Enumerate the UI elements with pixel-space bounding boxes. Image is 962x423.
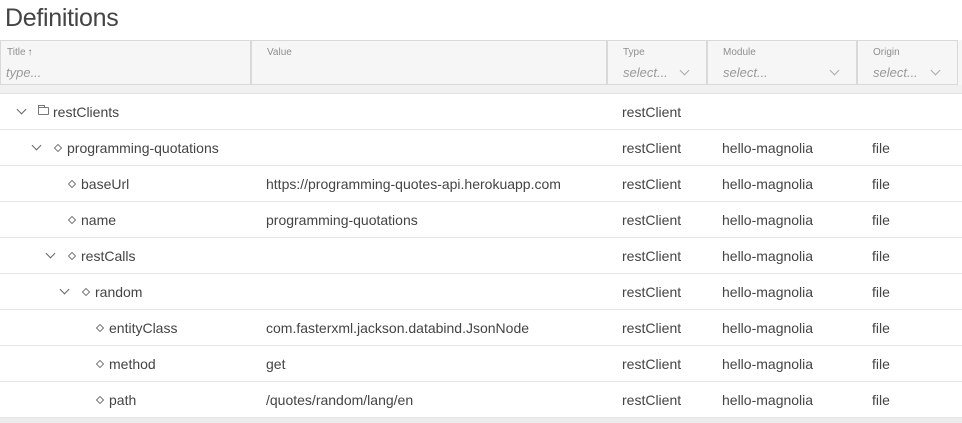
row-value: /quotes/random/lang/en: [266, 392, 414, 408]
folder-icon: [38, 105, 49, 115]
row-title: random: [95, 284, 143, 300]
row-module: hello-magnolia: [722, 284, 814, 300]
row-type: restClient: [622, 176, 682, 192]
type-select-value: select...: [623, 65, 668, 80]
row-module: hello-magnolia: [722, 320, 814, 336]
node-icon: [67, 179, 77, 189]
header-separator: [0, 85, 962, 94]
column-label-type: Type: [623, 47, 645, 58]
row-module: hello-magnolia: [722, 392, 814, 408]
row-module: hello-magnolia: [722, 356, 814, 372]
node-icon: [53, 143, 63, 153]
table-row[interactable]: random restClient hello-magnolia file: [0, 274, 962, 310]
column-header-value: Value: [251, 40, 607, 85]
row-type: restClient: [622, 248, 682, 264]
row-type: restClient: [622, 104, 682, 120]
row-type: restClient: [622, 212, 682, 228]
column-header-origin: Origin select...: [857, 40, 958, 85]
row-module: hello-magnolia: [722, 212, 814, 228]
column-header-module: Module select...: [707, 40, 857, 85]
chevron-down-icon[interactable]: [31, 140, 42, 151]
node-icon: [95, 395, 105, 405]
table-row[interactable]: path /quotes/random/lang/en restClient h…: [0, 382, 962, 418]
row-title: restCalls: [81, 248, 136, 264]
horizontal-scrollbar[interactable]: [0, 418, 962, 423]
row-type: restClient: [622, 320, 682, 336]
row-module: hello-magnolia: [722, 248, 814, 264]
table-row[interactable]: method get restClient hello-magnolia fil…: [0, 346, 962, 382]
table-row[interactable]: entityClass com.fasterxml.jackson.databi…: [0, 310, 962, 346]
row-title: method: [109, 356, 156, 372]
column-label-title: Title: [7, 47, 26, 58]
row-title: name: [81, 212, 117, 228]
row-type: restClient: [622, 140, 682, 156]
node-icon: [67, 251, 77, 261]
row-value: get: [266, 356, 286, 372]
row-origin: file: [872, 356, 890, 372]
module-filter-select[interactable]: select...: [723, 65, 840, 83]
row-type: restClient: [622, 392, 682, 408]
column-header-type: Type select...: [607, 40, 707, 85]
node-icon: [95, 359, 105, 369]
chevron-down-icon[interactable]: [16, 104, 27, 115]
sort-ascending-icon[interactable]: ↑: [28, 47, 33, 58]
row-origin: file: [872, 284, 890, 300]
origin-filter-select[interactable]: select...: [873, 65, 941, 83]
row-origin: file: [872, 176, 890, 192]
table-row[interactable]: programming-quotations restClient hello-…: [0, 130, 962, 166]
origin-select-value: select...: [873, 65, 918, 80]
row-title: baseUrl: [81, 176, 130, 192]
table-row[interactable]: name programming-quotations restClient h…: [0, 202, 962, 238]
row-type: restClient: [622, 284, 682, 300]
row-origin: file: [872, 140, 890, 156]
table-row[interactable]: restClients restClient: [0, 94, 962, 130]
row-value: https://programming-quotes-api.herokuapp…: [266, 176, 561, 192]
chevron-down-icon[interactable]: [45, 248, 56, 259]
row-title: path: [109, 392, 137, 408]
row-title: entityClass: [109, 320, 178, 336]
row-origin: file: [872, 392, 890, 408]
column-label-value: Value: [267, 47, 292, 58]
chevron-down-icon: [930, 65, 941, 76]
node-icon: [81, 287, 91, 297]
row-origin: file: [872, 248, 890, 264]
row-module: hello-magnolia: [722, 140, 814, 156]
column-header-title[interactable]: Title ↑: [0, 40, 251, 85]
row-value: programming-quotations: [266, 212, 418, 228]
row-title: restClients: [53, 104, 120, 120]
chevron-down-icon[interactable]: [59, 284, 70, 295]
page-title: Definitions: [5, 4, 119, 32]
definitions-tree-table: restClients restClient programming-quota…: [0, 94, 962, 418]
chevron-down-icon: [829, 65, 840, 76]
table-row[interactable]: restCalls restClient hello-magnolia file: [0, 238, 962, 274]
column-label-origin: Origin: [873, 47, 900, 58]
module-select-value: select...: [723, 65, 768, 80]
row-origin: file: [872, 320, 890, 336]
node-icon: [67, 215, 77, 225]
row-module: hello-magnolia: [722, 176, 814, 192]
row-title: programming-quotations: [67, 140, 219, 156]
column-label-module: Module: [723, 47, 756, 58]
row-origin: file: [872, 212, 890, 228]
row-value: com.fasterxml.jackson.databind.JsonNode: [266, 320, 530, 336]
title-filter-input[interactable]: [6, 65, 226, 80]
type-filter-select[interactable]: select...: [623, 65, 690, 83]
table-row[interactable]: baseUrl https://programming-quotes-api.h…: [0, 166, 962, 202]
chevron-down-icon: [679, 65, 690, 76]
row-type: restClient: [622, 356, 682, 372]
table-header: Title↑ Value Type select... Module selec…: [0, 40, 962, 85]
node-icon: [95, 323, 105, 333]
